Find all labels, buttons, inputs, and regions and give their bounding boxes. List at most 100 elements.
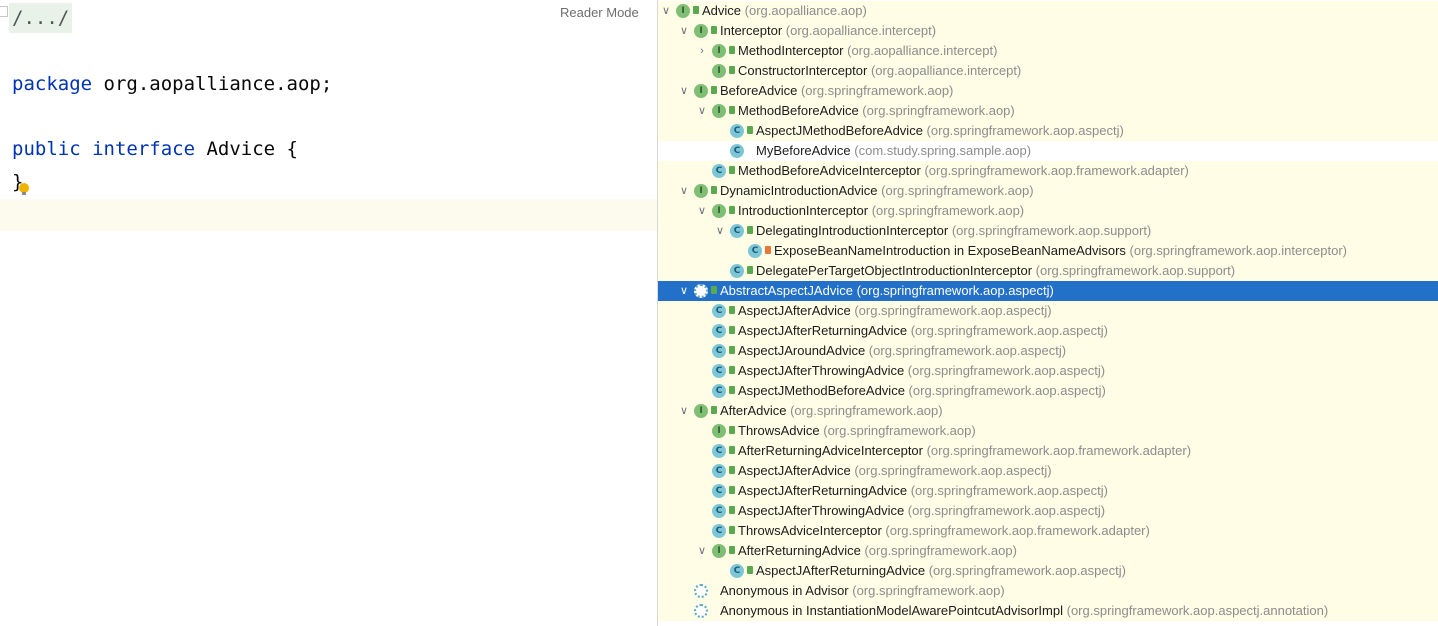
interface-name: Advice { [195,138,298,160]
code-editor[interactable]: /.../ Reader Mode package org.aopallianc… [0,0,657,626]
package-name: (org.springframework.aop.aspectj) [907,483,1108,498]
tree-row[interactable]: C AspectJAfterReturningAdvice (org.spring… [658,481,1438,501]
package-name: (org.springframework.aop.aspectj.annotat… [1063,603,1329,618]
interface-icon: I [712,204,726,218]
public-visibility-icon [711,406,717,414]
tree-row[interactable]: ∨ I IntroductionInterceptor (org.springfra… [658,201,1438,221]
public-visibility-icon [729,466,735,474]
lightbulb-icon[interactable] [19,183,29,195]
class-icon: C [712,364,726,378]
package-name: (org.springframework.aop.framework.adapt… [881,523,1150,538]
package-name: (org.springframework.aop.aspectj) [852,283,1054,298]
class-icon: C [712,484,726,498]
tree-row[interactable]: C AspectJAfterAdvice (org.springframework… [658,461,1438,481]
tree-row-label: MyBeforeAdvice (com.study.spring.sample.… [756,141,1031,161]
public-visibility-icon [729,306,735,314]
tree-row[interactable]: C ThrowsAdviceInterceptor (org.springfram… [658,521,1438,541]
tree-row[interactable]: Anonymous in InstantiationModelAwarePoin… [658,601,1438,621]
tree-row[interactable]: ∨ I DynamicIntroductionAdvice (org.springf… [658,181,1438,201]
class-name: Anonymous in InstantiationModelAwarePoin… [720,603,1063,618]
chevron-down-icon[interactable]: ∨ [678,401,690,421]
tree-row[interactable]: C DelegatePerTargetObjectIntroductionInte… [658,261,1438,281]
class-icon: C [730,564,744,578]
class-name: Anonymous in Advisor [720,583,849,598]
public-visibility-icon [729,526,735,534]
tree-row[interactable]: ∨ I MethodBeforeAdvice (org.springframewor… [658,101,1438,121]
class-name: AspectJAfterReturningAdvice [756,563,926,578]
tree-row[interactable]: ∨ AbstractAspectJAdvice (org.springframew… [658,281,1438,301]
tree-row-label: DelegatePerTargetObjectIntroductionInter… [756,261,1235,281]
public-visibility-icon [729,106,735,114]
tree-row[interactable]: C AspectJAfterReturningAdvice (org.spring… [658,561,1438,581]
class-name: MethodInterceptor [738,43,844,58]
tree-row[interactable]: ∨ I BeforeAdvice (org.springframework.aop) [658,81,1438,101]
tree-row-label: AfterAdvice (org.springframework.aop) [720,401,943,421]
tree-row-label: ThrowsAdviceInterceptor (org.springframe… [738,521,1150,541]
tree-row[interactable]: ∨ I AfterReturningAdvice (org.springframew… [658,541,1438,561]
tree-row-label: MethodInterceptor (org.aopalliance.inter… [738,41,997,61]
public-visibility-icon [711,186,717,194]
chevron-down-icon[interactable]: ∨ [660,1,672,21]
chevron-down-icon[interactable]: ∨ [678,181,690,201]
tree-row[interactable]: C AspectJMethodBeforeAdvice (org.springfr… [658,121,1438,141]
class-name: ThrowsAdviceInterceptor [738,523,882,538]
interface-icon: I [694,404,708,418]
chevron-down-icon[interactable]: ∨ [678,281,690,301]
chevron-down-icon[interactable]: ∨ [678,81,690,101]
class-icon: C [730,144,744,158]
tree-row-label: AbstractAspectJAdvice (org.springframewo… [720,281,1054,301]
package-name: (org.springframework.aop) [858,103,1015,118]
interface-icon: I [676,4,690,18]
reader-mode-button[interactable]: Reader Mode [560,5,639,20]
tree-row[interactable]: C AfterReturningAdviceInterceptor (org.sp… [658,441,1438,461]
tree-row-label: AspectJAfterAdvice (org.springframework.… [738,461,1052,481]
package-name: org.aopalliance.aop; [92,73,333,95]
public-visibility-icon [747,266,753,274]
interface-icon: I [694,84,708,98]
chevron-down-icon[interactable]: ∨ [696,541,708,561]
chevron-down-icon[interactable]: ∨ [696,101,708,121]
tree-row[interactable]: C AspectJAfterAdvice (org.springframework… [658,301,1438,321]
tree-row[interactable]: ∨ I Interceptor (org.aopalliance.intercept… [658,21,1438,41]
tree-row[interactable]: › I MethodInterceptor (org.aopalliance.int… [658,41,1438,61]
tree-row-label: AspectJAfterReturningAdvice (org.springf… [738,321,1108,341]
tree-row[interactable]: ∨ C DelegatingIntroductionInterceptor (org… [658,221,1438,241]
tree-row[interactable]: C AspectJAfterThrowingAdvice (org.springf… [658,361,1438,381]
tree-row[interactable]: ∨*IAdvice (org.aopalliance.aop) [658,1,1438,21]
collapsed-comment[interactable]: /.../ [9,3,73,33]
class-name: ThrowsAdvice [738,423,820,438]
package-name: (org.springframework.aop.support) [1032,263,1236,278]
class-name: AspectJMethodBeforeAdvice [738,383,905,398]
tree-row[interactable]: C AspectJAfterThrowingAdvice (org.springf… [658,501,1438,521]
fold-marker[interactable] [0,6,8,17]
package-name: (org.springframework.aop.aspectj) [850,463,1052,478]
anonymous-class-icon [694,584,708,598]
class-name: DelegatePerTargetObjectIntroductionInter… [756,263,1033,278]
interface-icon: I [712,64,726,78]
chevron-down-icon[interactable]: ∨ [714,221,726,241]
public-visibility-icon [711,26,717,34]
public-visibility-icon [729,426,735,434]
class-name: ExposeBeanNameIntroduction in ExposeBean… [774,243,1126,258]
class-name: MethodBeforeAdvice [738,103,859,118]
tree-row[interactable]: C ExposeBeanNameIntroduction in ExposeBea… [658,241,1438,261]
keyword-public: public [12,138,81,160]
keyword-interface: interface [92,138,196,160]
tree-row-label: ConstructorInterceptor (org.aopalliance.… [738,61,1021,81]
tree-row[interactable]: C AspectJAfterReturningAdvice (org.spring… [658,321,1438,341]
tree-row-label: IntroductionInterceptor (org.springframe… [738,201,1024,221]
tree-row[interactable]: I ThrowsAdvice (org.springframework.aop) [658,421,1438,441]
public-visibility-icon [729,386,735,394]
chevron-down-icon[interactable]: ∨ [678,21,690,41]
tree-row[interactable]: C MyBeforeAdvice (com.study.spring.sample… [658,141,1438,161]
tree-row[interactable]: Anonymous in Advisor (org.springframewor… [658,581,1438,601]
tree-row[interactable]: ∨ I AfterAdvice (org.springframework.aop) [658,401,1438,421]
type-hierarchy-tree[interactable]: ∨*IAdvice (org.aopalliance.aop)∨IInterce… [658,0,1438,626]
package-name: (org.springframework.aop.aspectj) [904,503,1106,518]
chevron-right-icon[interactable]: › [696,41,708,61]
tree-row[interactable]: C AspectJAroundAdvice (org.springframewor… [658,341,1438,361]
tree-row[interactable]: C AspectJMethodBeforeAdvice (org.springfr… [658,381,1438,401]
chevron-down-icon[interactable]: ∨ [696,201,708,221]
tree-row[interactable]: C MethodBeforeAdviceInterceptor (org.spri… [658,161,1438,181]
tree-row[interactable]: I ConstructorInterceptor (org.aopalliance… [658,61,1438,81]
